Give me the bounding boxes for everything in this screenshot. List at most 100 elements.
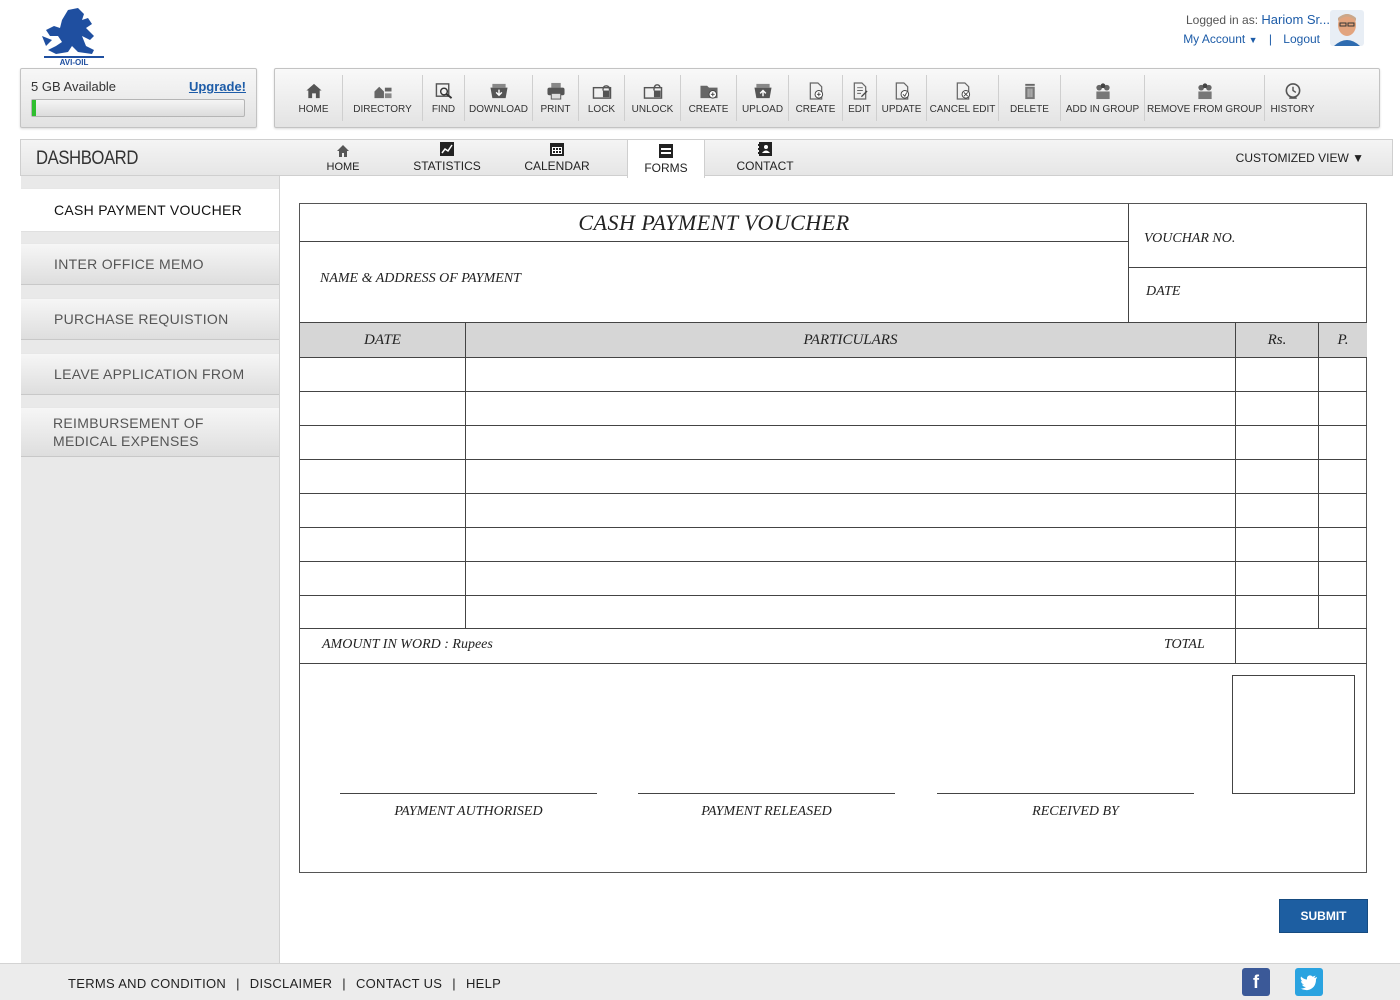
toolbar-button-label: UPDATE	[881, 103, 922, 115]
toolbar-remove-from-group-button[interactable]: REMOVE FROM GROUP	[1145, 75, 1265, 121]
toolbar-download-button[interactable]: DOWNLOAD	[465, 75, 533, 121]
column-header-rupees: Rs.	[1236, 323, 1318, 357]
toolbar-unlock-button[interactable]: UNLOCK	[625, 75, 681, 121]
toolbar-delete-button[interactable]: DELETE	[999, 75, 1061, 121]
column-header-paise: P.	[1319, 323, 1367, 357]
toolbar-create-button[interactable]: CREATE	[681, 75, 737, 121]
avi-oil-logo[interactable]: AVI-OIL	[38, 6, 110, 67]
sidebar-item-cash-payment-voucher[interactable]: CASH PAYMENT VOUCHER	[21, 188, 279, 232]
customized-view-dropdown[interactable]: CUSTOMIZED VIEW ▼	[1236, 151, 1364, 165]
column-header-date: DATE	[300, 323, 465, 357]
history-icon	[1283, 82, 1303, 100]
delete-icon	[1020, 82, 1040, 100]
directory-icon	[373, 82, 393, 100]
payee-name-address-label: NAME & ADDRESS OF PAYMENT	[320, 271, 521, 286]
voucher-title: CASH PAYMENT VOUCHER	[578, 210, 850, 235]
tab-statistics[interactable]: STATISTICS	[413, 140, 481, 176]
upload-icon	[753, 82, 773, 100]
footer: TERMS AND CONDITION | DISCLAIMER | CONTACT U…	[0, 963, 1400, 1000]
footer-link-terms[interactable]: TERMS AND CONDITION	[68, 976, 226, 991]
table-row[interactable]	[300, 460, 1367, 493]
avatar[interactable]	[1330, 10, 1364, 46]
table-row[interactable]	[300, 392, 1367, 425]
home-icon	[337, 145, 349, 157]
toolbar-button-label: HOME	[298, 103, 329, 115]
table-row[interactable]	[300, 562, 1367, 595]
chevron-down-icon[interactable]: ▼	[1249, 35, 1258, 45]
tab-contact[interactable]: CONTACT	[736, 140, 794, 176]
sidebar-item-inter-office-memo[interactable]: INTER OFFICE MEMO	[21, 243, 279, 285]
toolbar-history-button[interactable]: HISTORY	[1265, 75, 1320, 121]
logout-link[interactable]: Logout	[1283, 32, 1320, 46]
tab-forms[interactable]: FORMS	[627, 140, 705, 178]
stamp-box	[1232, 675, 1355, 794]
user-name[interactable]: Hariom Sr...	[1261, 12, 1330, 27]
table-row[interactable]	[300, 596, 1367, 629]
logged-in-label: Logged in as:	[1185, 13, 1259, 27]
tab-home[interactable]: HOME	[323, 140, 363, 176]
sidebar-item-reimbursement-medical[interactable]: REIMBURSEMENT OF MEDICAL EXPENSES	[21, 407, 279, 457]
sidebar-item-purchase-requisition[interactable]: PURCHASE REQUISTION	[21, 298, 279, 340]
storage-available: 5 GB Available	[31, 79, 117, 94]
forms-sidebar: CASH PAYMENT VOUCHER INTER OFFICE MEMO P…	[21, 176, 280, 964]
cash-payment-voucher-form: CASH PAYMENT VOUCHER VOUCHAR NO. NAME & …	[299, 203, 1367, 873]
upgrade-link[interactable]: Upgrade!	[189, 79, 246, 94]
toolbar-upload-button[interactable]: UPLOAD	[737, 75, 789, 121]
tab-statistics-label: STATISTICS	[413, 159, 481, 173]
download-icon	[489, 82, 509, 100]
user-avatar-icon	[1330, 10, 1364, 46]
edit-icon	[850, 81, 870, 100]
toolbar-button-label: EDIT	[848, 103, 871, 115]
toolbar-button-label: ADD IN GROUP	[1065, 103, 1140, 115]
add-group-icon	[1093, 82, 1113, 100]
cancel-edit-icon	[953, 81, 973, 100]
forms-icon	[659, 144, 673, 158]
voucher-date-label: DATE	[1146, 284, 1181, 299]
print-icon	[546, 82, 566, 100]
toolbar-button-label: CREATE	[688, 103, 729, 115]
toolbar-button-label: CREATE	[795, 103, 836, 115]
toolbar-find-button[interactable]: FIND	[423, 75, 465, 121]
toolbar-button-label: CANCEL EDIT	[929, 103, 996, 115]
toolbar-create-button[interactable]: CREATE	[789, 75, 843, 121]
logo-icon: AVI-OIL	[42, 8, 104, 67]
toolbar-button-label: UNLOCK	[631, 103, 674, 115]
toolbar-add-in-group-button[interactable]: ADD IN GROUP	[1061, 75, 1145, 121]
toolbar-button-label: HISTORY	[1270, 103, 1315, 115]
submit-button[interactable]: SUBMIT	[1279, 899, 1368, 933]
tab-contact-label: CONTACT	[736, 159, 794, 173]
create-folder-icon	[699, 82, 719, 100]
calendar-icon	[550, 143, 564, 156]
footer-link-help[interactable]: HELP	[466, 976, 501, 991]
voucher-number-label: VOUCHAR NO.	[1144, 231, 1236, 246]
toolbar-cancel-edit-button[interactable]: CANCEL EDIT	[927, 75, 999, 121]
page-title: DASHBOARD	[36, 148, 138, 169]
user-links-separator: |	[1268, 32, 1272, 46]
footer-link-disclaimer[interactable]: DISCLAIMER	[250, 976, 332, 991]
table-row[interactable]	[300, 358, 1367, 391]
toolbar-button-label: DELETE	[1010, 103, 1049, 115]
toolbar-button-label: REMOVE FROM GROUP	[1147, 103, 1263, 115]
tab-calendar-label: CALENDAR	[524, 159, 590, 173]
footer-separator: |	[342, 976, 346, 991]
footer-separator: |	[452, 976, 456, 991]
tab-calendar[interactable]: CALENDAR	[524, 140, 590, 176]
toolbar-directory-button[interactable]: DIRECTORY	[343, 75, 423, 121]
tab-forms-label: FORMS	[644, 161, 688, 175]
twitter-icon[interactable]	[1295, 968, 1323, 996]
toolbar-lock-button[interactable]: LOCK	[579, 75, 625, 121]
toolbar-edit-button[interactable]: EDIT	[843, 75, 877, 121]
table-row[interactable]	[300, 426, 1367, 459]
footer-link-contact-us[interactable]: CONTACT US	[356, 976, 442, 991]
toolbar-print-button[interactable]: PRINT	[533, 75, 579, 121]
table-row[interactable]	[300, 528, 1367, 561]
facebook-icon[interactable]: f	[1242, 968, 1270, 996]
toolbar-home-button[interactable]: HOME	[285, 75, 343, 121]
my-account-link[interactable]: My Account	[1183, 32, 1245, 46]
sidebar-item-leave-application[interactable]: LEAVE APPLICATION FROM	[21, 353, 279, 395]
toolbar-update-button[interactable]: UPDATE	[877, 75, 927, 121]
table-row[interactable]	[300, 494, 1367, 527]
total-label: TOTAL	[1164, 637, 1205, 652]
dashboard-tab-bar: DASHBOARD HOME STATISTICS CALENDAR FORMS…	[20, 139, 1393, 178]
action-toolbar: HOME DIRECTORY FIND DOWNLOAD PRINT LOCK UNLOCK…	[274, 68, 1380, 128]
